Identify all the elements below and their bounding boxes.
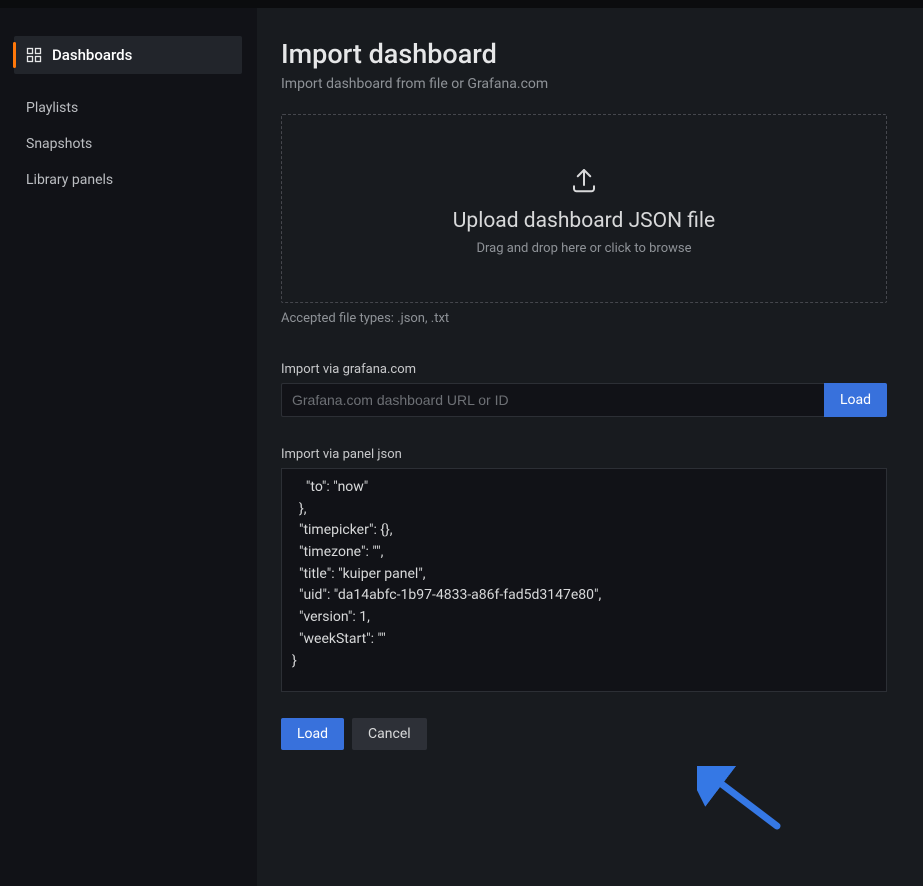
annotation-arrow xyxy=(697,766,787,836)
panel-json-label: Import via panel json xyxy=(281,447,887,462)
sidebar: Dashboards Playlists Snapshots Library p… xyxy=(0,8,256,886)
sidebar-item-label: Snapshots xyxy=(26,136,92,152)
upload-heading: Upload dashboard JSON file xyxy=(302,209,866,233)
sidebar-item-label: Dashboards xyxy=(52,46,132,64)
page-title: Import dashboard xyxy=(281,38,887,70)
grafana-url-input[interactable] xyxy=(281,383,824,417)
grafana-url-row: Load xyxy=(281,383,887,417)
load-button[interactable]: Load xyxy=(281,718,344,750)
grafana-url-load-button[interactable]: Load xyxy=(824,383,887,417)
action-row: Load Cancel xyxy=(281,718,887,750)
app-layout: Dashboards Playlists Snapshots Library p… xyxy=(0,8,923,886)
upload-hint: Drag and drop here or click to browse xyxy=(302,241,866,256)
upload-icon xyxy=(569,165,599,195)
sidebar-item-snapshots[interactable]: Snapshots xyxy=(14,126,242,162)
sidebar-item-playlists[interactable]: Playlists xyxy=(14,90,242,126)
accepted-file-types: Accepted file types: .json, .txt xyxy=(281,311,887,326)
sidebar-item-dashboards[interactable]: Dashboards xyxy=(14,36,242,74)
grafana-url-label: Import via grafana.com xyxy=(281,362,887,377)
main-content: Import dashboard Import dashboard from f… xyxy=(256,8,923,886)
top-bar xyxy=(0,0,923,8)
panel-json-textarea[interactable] xyxy=(281,468,887,692)
cancel-button[interactable]: Cancel xyxy=(352,718,427,750)
page-subtitle: Import dashboard from file or Grafana.co… xyxy=(281,76,887,92)
sidebar-item-label: Library panels xyxy=(26,172,113,188)
sidebar-item-library-panels[interactable]: Library panels xyxy=(14,162,242,198)
upload-dropzone[interactable]: Upload dashboard JSON file Drag and drop… xyxy=(281,114,887,303)
sidebar-item-label: Playlists xyxy=(26,100,78,116)
dashboards-icon xyxy=(26,47,42,63)
